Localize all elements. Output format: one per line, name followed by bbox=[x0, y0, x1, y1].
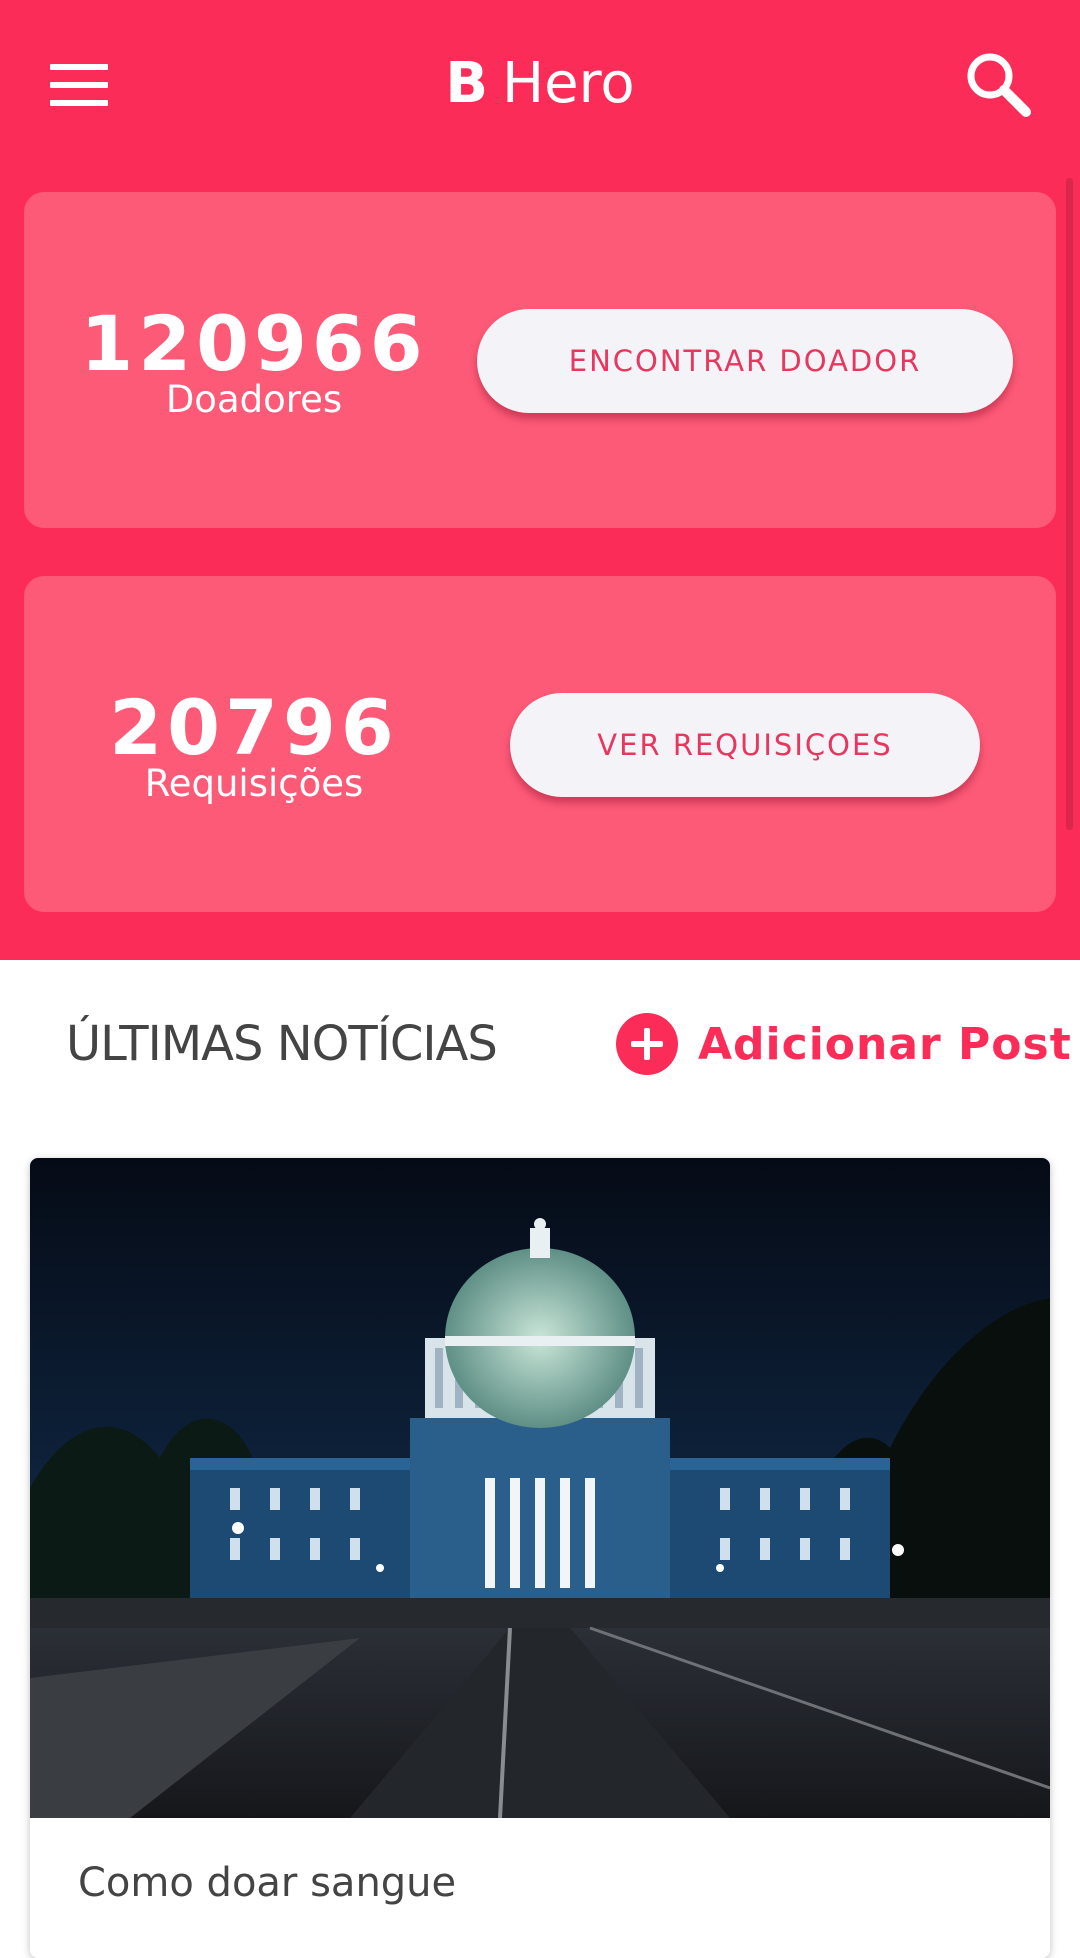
requests-stat: 20796 Requisições bbox=[64, 686, 444, 804]
donors-stat: 120966 Doadores bbox=[64, 302, 444, 420]
app-bar: B Hero bbox=[0, 0, 1080, 168]
donors-card: 120966 Doadores ENCONTRAR DOADOR bbox=[24, 192, 1056, 528]
logo-letter: B bbox=[445, 51, 489, 116]
hero-section: B Hero 120966 Doadores ENCONTRAR DOADOR 2… bbox=[0, 0, 1080, 960]
news-header: ÚLTIMAS NOTÍCIAS Adicionar Post bbox=[0, 960, 1080, 1120]
scrollbar[interactable] bbox=[1066, 178, 1073, 830]
news-section-title: ÚLTIMAS NOTÍCIAS bbox=[66, 1016, 498, 1072]
add-post-label: Adicionar Post bbox=[698, 1018, 1072, 1070]
news-item-title: Como doar sangue bbox=[78, 1860, 457, 1906]
donors-count: 120966 bbox=[80, 299, 428, 388]
requests-count: 20796 bbox=[109, 683, 399, 772]
plus-circle-icon bbox=[616, 1013, 678, 1075]
requests-card: 20796 Requisições VER REQUISIÇOES bbox=[24, 576, 1056, 912]
news-card[interactable]: Como doar sangue bbox=[30, 1158, 1050, 1958]
search-icon[interactable] bbox=[964, 50, 1034, 120]
news-image bbox=[30, 1158, 1050, 1818]
view-requests-button[interactable]: VER REQUISIÇOES bbox=[510, 693, 980, 797]
app-name: Hero bbox=[502, 51, 635, 116]
app-title: B Hero bbox=[0, 46, 1080, 122]
add-post-button[interactable]: Adicionar Post bbox=[616, 1012, 1072, 1076]
find-donor-button[interactable]: ENCONTRAR DOADOR bbox=[477, 309, 1013, 413]
